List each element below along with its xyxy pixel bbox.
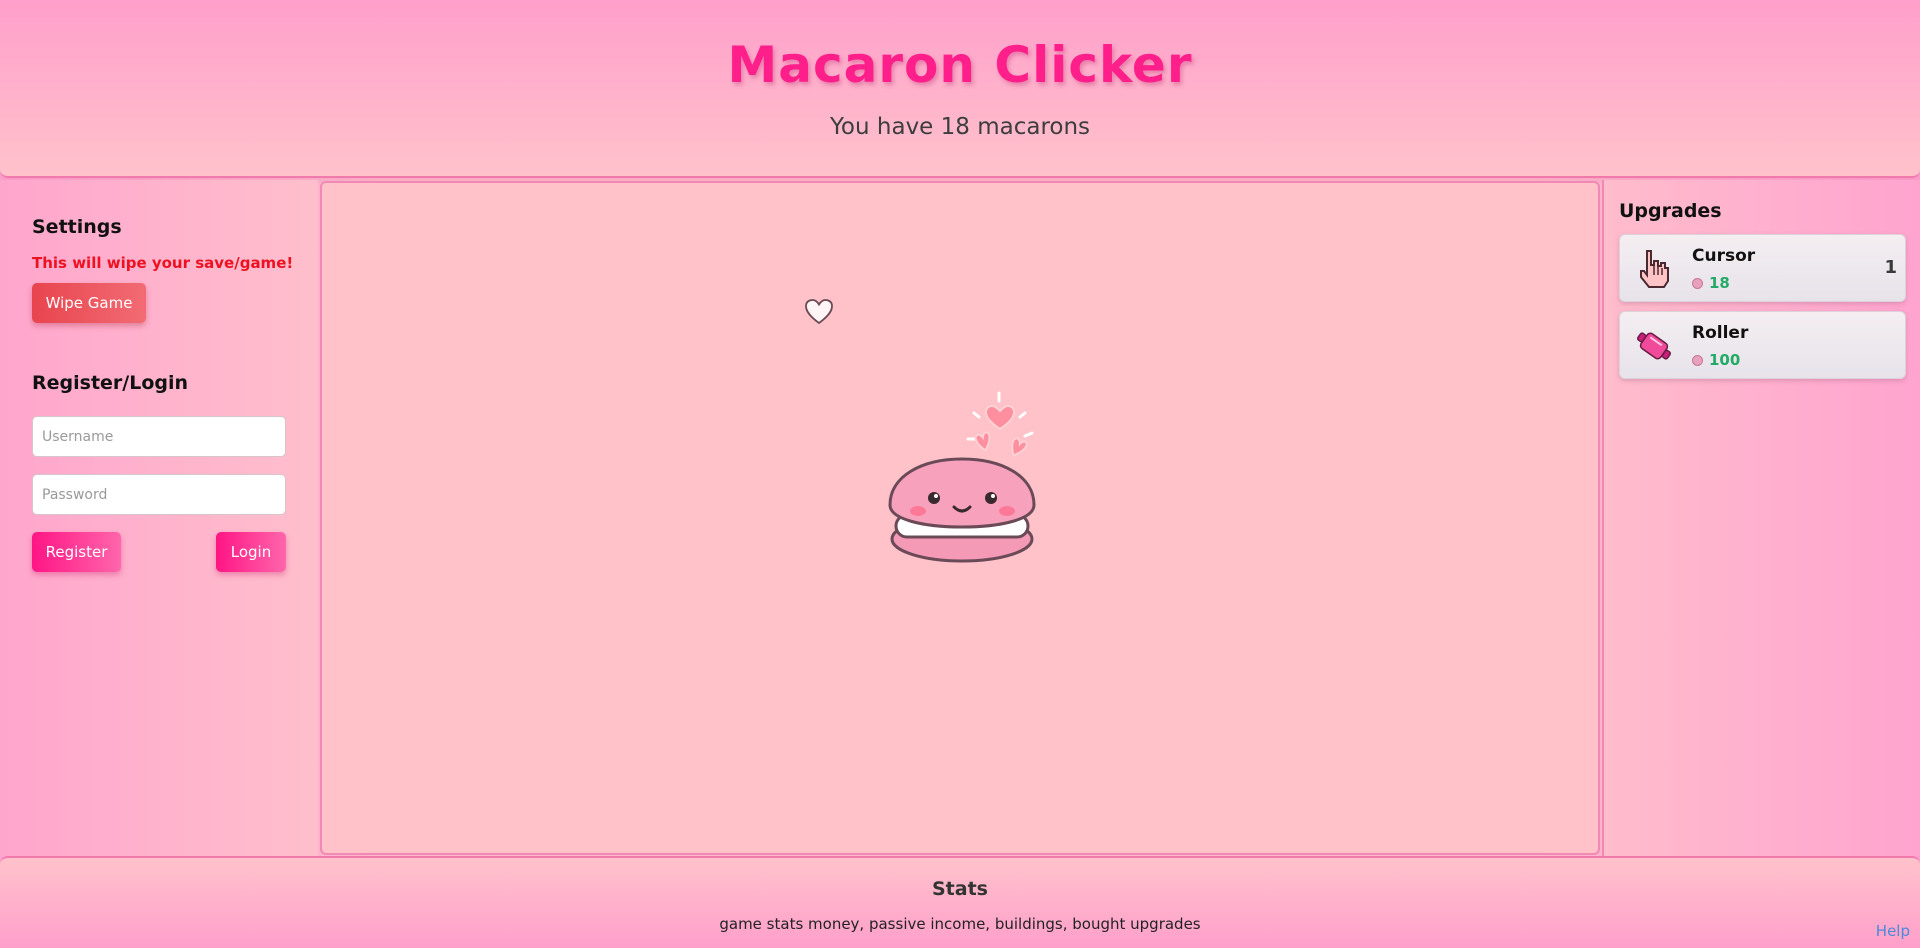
game-title: Macaron Clicker xyxy=(727,36,1193,94)
upgrades-panel: Upgrades Cursor 18 1 Roller 100 xyxy=(1602,180,1920,856)
stats-description: game stats money, passive income, buildi… xyxy=(719,915,1201,933)
macaron-coin-icon xyxy=(1692,277,1703,289)
settings-title: Settings xyxy=(32,216,122,238)
username-input[interactable] xyxy=(32,416,286,457)
upgrade-card-cursor[interactable]: Cursor 18 1 xyxy=(1619,234,1906,302)
macaron-icon[interactable] xyxy=(882,381,1042,571)
wipe-game-button[interactable]: Wipe Game xyxy=(32,283,146,323)
header: Macaron Clicker You have 18 macarons xyxy=(0,0,1920,178)
pointer-hand-icon xyxy=(1640,250,1669,288)
login-button[interactable]: Login xyxy=(216,532,286,572)
macaron-count: You have 18 macarons xyxy=(829,114,1091,140)
upgrades-title: Upgrades xyxy=(1619,200,1722,222)
upgrade-name: Roller xyxy=(1692,323,1749,343)
upgrade-cost-value: 18 xyxy=(1709,274,1730,292)
left-sidebar: Settings This will wipe your save/game! … xyxy=(0,180,318,856)
wipe-warning: This will wipe your save/game! xyxy=(32,254,294,272)
upgrade-cost: 18 xyxy=(1692,274,1730,292)
upgrade-card-roller[interactable]: Roller 100 xyxy=(1619,311,1906,379)
upgrade-cost: 100 xyxy=(1692,351,1740,369)
heart-outline-icon xyxy=(805,299,833,325)
stats-footer: Stats game stats money, passive income, … xyxy=(0,856,1920,948)
register-button[interactable]: Register xyxy=(32,532,121,572)
password-input[interactable] xyxy=(32,474,286,515)
macaron-coin-icon xyxy=(1692,354,1703,366)
game-area xyxy=(320,181,1600,855)
upgrade-name: Cursor xyxy=(1692,246,1756,266)
rolling-pin-icon xyxy=(1636,332,1672,360)
help-link[interactable]: Help xyxy=(1876,922,1910,940)
register-login-title: Register/Login xyxy=(32,372,189,394)
stats-title: Stats xyxy=(932,878,988,900)
upgrade-cost-value: 100 xyxy=(1709,351,1741,369)
upgrade-owned-count: 1 xyxy=(1884,257,1897,278)
